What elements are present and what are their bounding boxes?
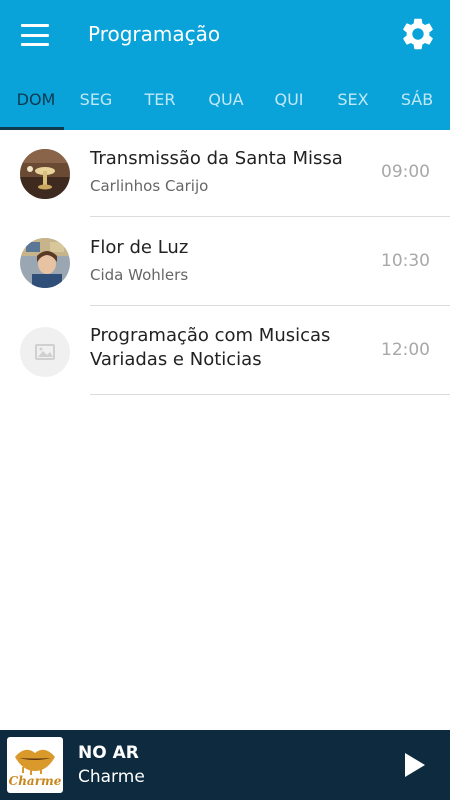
divider <box>90 394 450 395</box>
station-name: Charme <box>78 767 145 787</box>
list-item[interactable]: Flor de Luz Cida Wohlers 10:30 <box>0 219 450 308</box>
logo-text: Charme <box>8 774 62 788</box>
station-logo: Charme <box>7 737 63 793</box>
program-title-line1: Programação com Musicas <box>90 325 331 346</box>
list-item[interactable]: Transmissão da Santa Missa Carlinhos Car… <box>0 130 450 219</box>
program-title: Transmissão da Santa Missa <box>90 148 343 169</box>
day-tabs: DOM SEG TER QUA QUI SEX SÁB <box>0 78 450 130</box>
host-avatar <box>20 149 70 199</box>
program-host: Carlinhos Carijo <box>90 177 209 195</box>
hamburger-menu-icon[interactable] <box>18 20 52 50</box>
tab-sex[interactable]: SEX <box>319 90 387 109</box>
program-time: 12:00 <box>381 340 430 360</box>
now-playing-bar[interactable]: Charme NO AR Charme <box>0 730 450 800</box>
image-placeholder-icon <box>20 327 70 377</box>
toolbar: Programação <box>0 0 450 70</box>
divider <box>90 305 450 306</box>
program-time: 10:30 <box>381 251 430 271</box>
play-icon[interactable] <box>400 749 430 781</box>
program-title-line2: Variadas e Noticias <box>90 349 262 370</box>
tab-qua[interactable]: QUA <box>192 90 260 109</box>
page-title: Programação <box>88 22 221 46</box>
list-item[interactable]: Programação com Musicas Variadas e Notic… <box>0 308 450 397</box>
tab-seg[interactable]: SEG <box>62 90 130 109</box>
divider <box>90 216 450 217</box>
program-title: Flor de Luz <box>90 237 189 258</box>
tab-ter[interactable]: TER <box>126 90 194 109</box>
tab-sab[interactable]: SÁB <box>383 90 450 109</box>
tab-qui[interactable]: QUI <box>255 90 323 109</box>
program-host: Cida Wohlers <box>90 266 189 284</box>
program-time: 09:00 <box>381 162 430 182</box>
on-air-label: NO AR <box>78 743 139 763</box>
app-bar: Programação DOM SEG TER QUA QUI SEX SÁB <box>0 0 450 130</box>
host-avatar <box>20 238 70 288</box>
gear-icon[interactable] <box>399 15 437 53</box>
